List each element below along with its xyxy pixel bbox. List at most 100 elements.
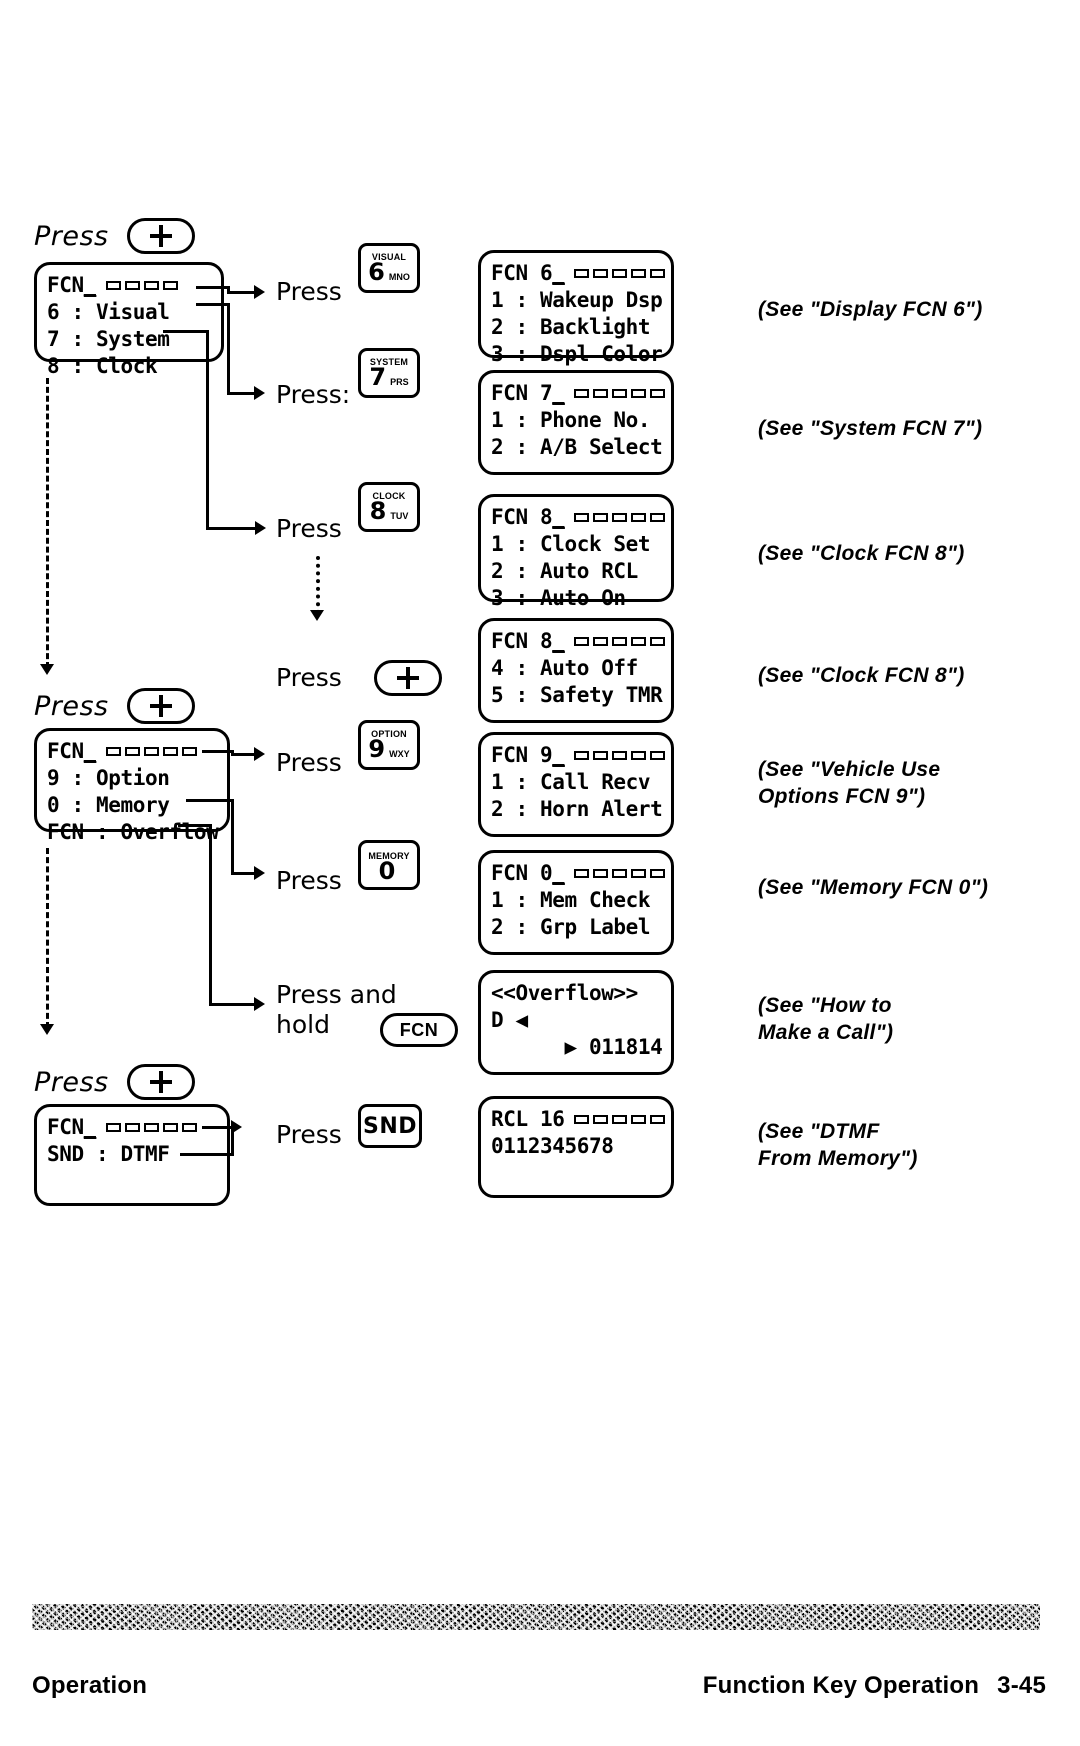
lcd-title: FCN 6 (491, 261, 553, 285)
plus-key[interactable] (126, 1064, 195, 1100)
lcd-item: 1 : Clock Set (491, 532, 651, 556)
keycap-letters: TUV (390, 510, 409, 521)
press-label-hold: Press and hold (276, 980, 397, 1039)
press-label-system: Press: (276, 380, 351, 409)
connector (202, 750, 234, 753)
lcd-cursor: _ (552, 261, 565, 285)
lcd-title: FCN (47, 739, 84, 763)
reference-note: (See "Clock FCN 8") (758, 542, 965, 565)
signal-bars-icon (574, 751, 666, 760)
lcd-item: 9 : Option (47, 766, 170, 790)
lcd-panel-overflow: <<Overflow>> D ◀ ▶ 011814 (478, 970, 674, 1075)
arrow-icon (254, 997, 265, 1011)
arrow-icon (231, 1120, 242, 1134)
lcd-item: ▶ 011814 (491, 1035, 663, 1059)
lcd-title-row: FCN 0 _ (491, 860, 671, 887)
keycap-memory-0[interactable]: MEMORY 0 (358, 840, 420, 890)
press-label: Press (34, 220, 109, 252)
lcd-title-row: FCN _ (47, 1114, 227, 1141)
lcd-item: 1 : Mem Check (491, 888, 651, 912)
arrow-icon (310, 610, 324, 621)
lcd-item: 0 : Memory (47, 793, 170, 817)
signal-bars-icon (574, 513, 666, 522)
lcd-panel-fcn0: FCN 0 _ 1 : Mem Check 2 : Grp Label (478, 850, 674, 955)
lcd-item: 2 : Auto RCL (491, 559, 638, 583)
press-label-option: Press (276, 748, 342, 777)
press-label: Press (34, 690, 109, 722)
lcd-title: FCN 9 (491, 743, 553, 767)
press-heading-3: Press (34, 1064, 195, 1100)
connector (180, 1153, 234, 1156)
keycap-fcn[interactable]: FCN (380, 1013, 458, 1047)
keycap-digit: 6 (368, 257, 385, 286)
plus-key[interactable] (373, 660, 442, 696)
footer-left: Operation (32, 1672, 148, 1699)
plus-icon (396, 667, 419, 689)
keycap-snd[interactable]: SND (358, 1104, 422, 1148)
lcd-title: FCN (47, 273, 84, 297)
lcd-item: 2 : Backlight (491, 315, 651, 339)
signal-bars-icon (105, 1123, 197, 1132)
lcd-item: 2 : Grp Label (491, 915, 651, 939)
lcd-item: 1 : Call Recv (491, 770, 651, 794)
plus-key[interactable] (126, 688, 195, 724)
lcd-title-row: FCN 7 _ (491, 380, 671, 407)
lcd-title: FCN 7 (491, 381, 553, 405)
lcd-item: 3 : Dspl Color (491, 342, 663, 366)
connector (209, 1003, 257, 1006)
arrow-icon (254, 285, 265, 299)
press-heading-1: Press (34, 218, 195, 254)
lcd-cursor: _ (552, 629, 565, 653)
lcd-title: <<Overflow>> (491, 981, 638, 1005)
press-heading-2: Press (34, 688, 195, 724)
signal-bars-icon (574, 269, 666, 278)
lcd-panel-fcn-main-2: FCN _ 9 : Option 0 : Memory FCN : Overflo… (34, 728, 230, 844)
lcd-panel-fcn-main-1: FCN _ 6 : Visual 7 : System 8 : Clock (34, 262, 224, 378)
lcd-title: FCN 8 (491, 505, 553, 529)
lcd-cursor: _ (83, 273, 97, 297)
arrow-icon (40, 1024, 54, 1035)
signal-bars-icon (574, 389, 666, 398)
signal-bars-icon (574, 1115, 666, 1124)
keycap-visual-6[interactable]: VISUAL 6 MNO (358, 243, 420, 293)
reference-note: (See "System FCN 7") (758, 417, 983, 440)
lcd-panel-fcn7: FCN 7 _ 1 : Phone No. 2 : A/B Select (478, 370, 674, 475)
signal-bars-icon (574, 637, 666, 646)
keycap-option-9[interactable]: OPTION 9 WXY (358, 720, 420, 770)
connector (227, 291, 257, 294)
connector (202, 1126, 234, 1129)
flow-continuation-line (46, 848, 49, 1028)
keycap-digit: 7 (369, 362, 387, 391)
lcd-panel-fcn8b: FCN 8 _ 4 : Auto Off 5 : Safety TMR (478, 618, 674, 723)
reference-note: (See "Memory FCN 0") (758, 876, 989, 899)
keycap-digit: 9 (368, 734, 386, 763)
lcd-panel-rcl16: RCL 16 0112345678 (478, 1096, 674, 1198)
lcd-item: 6 : Visual (47, 300, 170, 324)
connector (206, 330, 209, 530)
connector (196, 303, 230, 306)
press-label-clock: Press (276, 514, 342, 543)
press-label-memory: Press (276, 866, 342, 895)
lcd-cursor: _ (552, 381, 565, 405)
reference-note: (See "Clock FCN 8") (758, 664, 965, 687)
plus-icon (149, 1071, 172, 1093)
lcd-item: 2 : A/B Select (491, 435, 663, 459)
keycap-clock-8[interactable]: CLOCK 8 TUV (358, 482, 420, 532)
flow-continuation-line (46, 378, 49, 668)
lcd-item: 1 : Phone No. (491, 408, 651, 432)
signal-bars-icon (574, 869, 666, 878)
lcd-item: 1 : Wakeup Dsp (491, 288, 663, 312)
keycap-system-7[interactable]: SYSTEM 7 PRS (358, 348, 420, 398)
connector (231, 799, 234, 875)
keycap-digit: 8 (369, 496, 387, 525)
lcd-item: 2 : Horn Alert (491, 797, 663, 821)
footer-rule (32, 1604, 1040, 1630)
connector (227, 303, 230, 395)
connector (163, 330, 209, 333)
page-number: 3-45 (997, 1672, 1046, 1699)
lcd-panel-fcn8a: FCN 8 _ 1 : Clock Set 2 : Auto RCL 3 : Au… (478, 494, 674, 610)
plus-key[interactable] (126, 218, 195, 254)
connector (227, 392, 257, 395)
reference-note: (See "Vehicle Use Options FCN 9") (758, 758, 941, 808)
press-label-snd: Press (276, 1120, 342, 1149)
